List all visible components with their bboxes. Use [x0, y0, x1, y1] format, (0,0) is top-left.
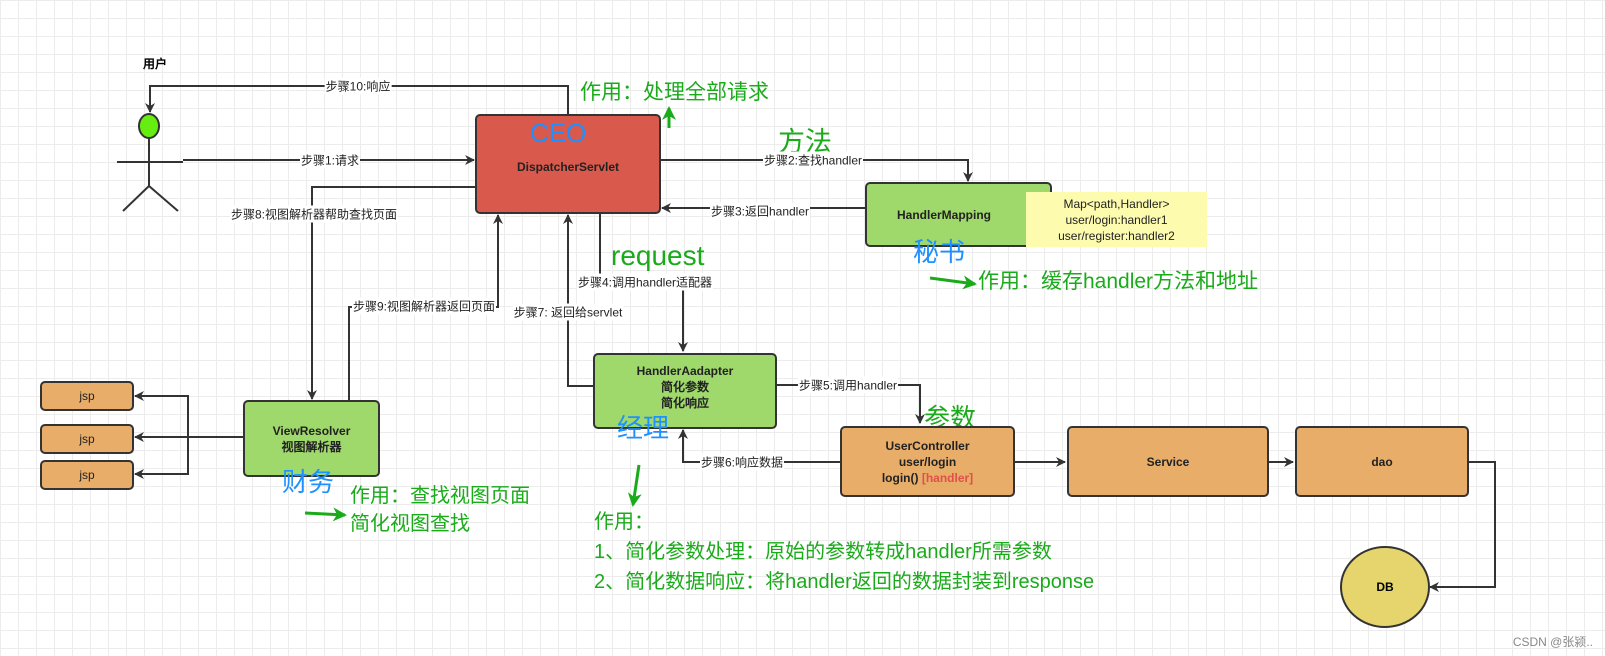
adapter-desc-line: 作用： — [594, 511, 654, 533]
user-label: 用户 — [143, 57, 168, 71]
adapter-line: 简化参数 — [660, 380, 709, 394]
controller-line: UserController — [885, 438, 970, 453]
handler-tag: [handler] — [921, 470, 974, 485]
tag-request: request — [611, 240, 705, 271]
controller-method: login() — [881, 470, 919, 485]
handler-mapping-name: HandlerMapping — [897, 207, 992, 222]
service-node: Service — [1067, 426, 1269, 497]
green-arrow-right-icon — [929, 275, 977, 290]
user-controller-node: UserController user/login login() [handl… — [840, 426, 1015, 497]
arrow-vr-jsp3 — [134, 437, 189, 479]
role-manager: 经理 — [617, 413, 670, 443]
vr-desc-line: 简化视图查找 — [350, 513, 470, 535]
db-label: DB — [1376, 580, 1394, 594]
view-resolver-line: ViewResolver — [272, 423, 351, 438]
role-ceo: CEO — [530, 118, 587, 148]
step1-label: 步骤1:请求 — [299, 151, 361, 169]
step9-label: 步骤9:视图解析器返回页面 — [351, 297, 497, 315]
step4-label: 步骤4:调用handler适配器 — [576, 273, 714, 291]
handler-mapping-note: Map<path,Handler> user/login:handler1 us… — [1026, 192, 1207, 247]
green-arrow-down-icon — [627, 464, 642, 507]
adapter-desc-line: 1、简化参数处理：原始的参数转成handler所需参数 — [594, 541, 1052, 563]
green-arrow-right-icon — [304, 507, 347, 522]
step2-label: 步骤2:查找handler — [762, 151, 864, 169]
adapter-desc-line: 2、简化数据响应：将handler返回的数据封装到response — [594, 571, 1095, 593]
dispatcher-name: DispatcherServlet — [516, 160, 620, 174]
user-actor-icon — [117, 113, 183, 212]
step5-label: 步骤5:调用handler — [797, 376, 899, 394]
role-finance: 财务 — [282, 467, 335, 497]
view-resolver-description: 作用：查找视图页面 简化视图查找 — [350, 482, 530, 538]
dispatcher-note: 作用：处理全部请求 — [580, 81, 769, 104]
adapter-line: HandlerAadapter — [636, 364, 734, 378]
role-secretary: 秘书 — [913, 237, 966, 267]
dao-node: dao — [1295, 426, 1469, 497]
note-line: user/login:handler1 — [1065, 212, 1168, 227]
note-line: user/register:handler2 — [1058, 228, 1175, 243]
note-line: Map<path,Handler> — [1063, 196, 1170, 211]
step3-label: 步骤3:返回handler — [709, 202, 811, 220]
adapter-description: 作用： 1、简化参数处理：原始的参数转成handler所需参数 2、简化数据响应… — [594, 507, 1094, 597]
step6-label: 步骤6:响应数据 — [699, 453, 785, 471]
jsp-node: jsp — [40, 381, 134, 411]
step7-label: 步骤7: 返回给servlet — [512, 303, 624, 321]
step8-label: 步骤8:视图解析器帮助查找页面 — [229, 205, 399, 223]
step10-label: 步骤10:响应 — [324, 77, 392, 95]
jsp-node: jsp — [40, 460, 134, 490]
vr-desc-line: 作用：查找视图页面 — [350, 485, 530, 507]
arrow-step7 — [563, 214, 594, 387]
jsp-node: jsp — [40, 424, 134, 454]
controller-line: user/login — [898, 454, 957, 469]
diagram-canvas: 用户 DispatcherServlet CEO 作用：处理全部请求 方法 Ha… — [0, 0, 1605, 656]
watermark: CSDN @张颍.. — [1512, 635, 1593, 649]
handler-mapping-description: 作用：缓存handler方法和地址 — [978, 270, 1259, 293]
controller-line: login() [handler] — [882, 470, 973, 486]
arrow-vr-jsp1 — [134, 391, 189, 437]
view-resolver-line: 视图解析器 — [281, 439, 342, 454]
